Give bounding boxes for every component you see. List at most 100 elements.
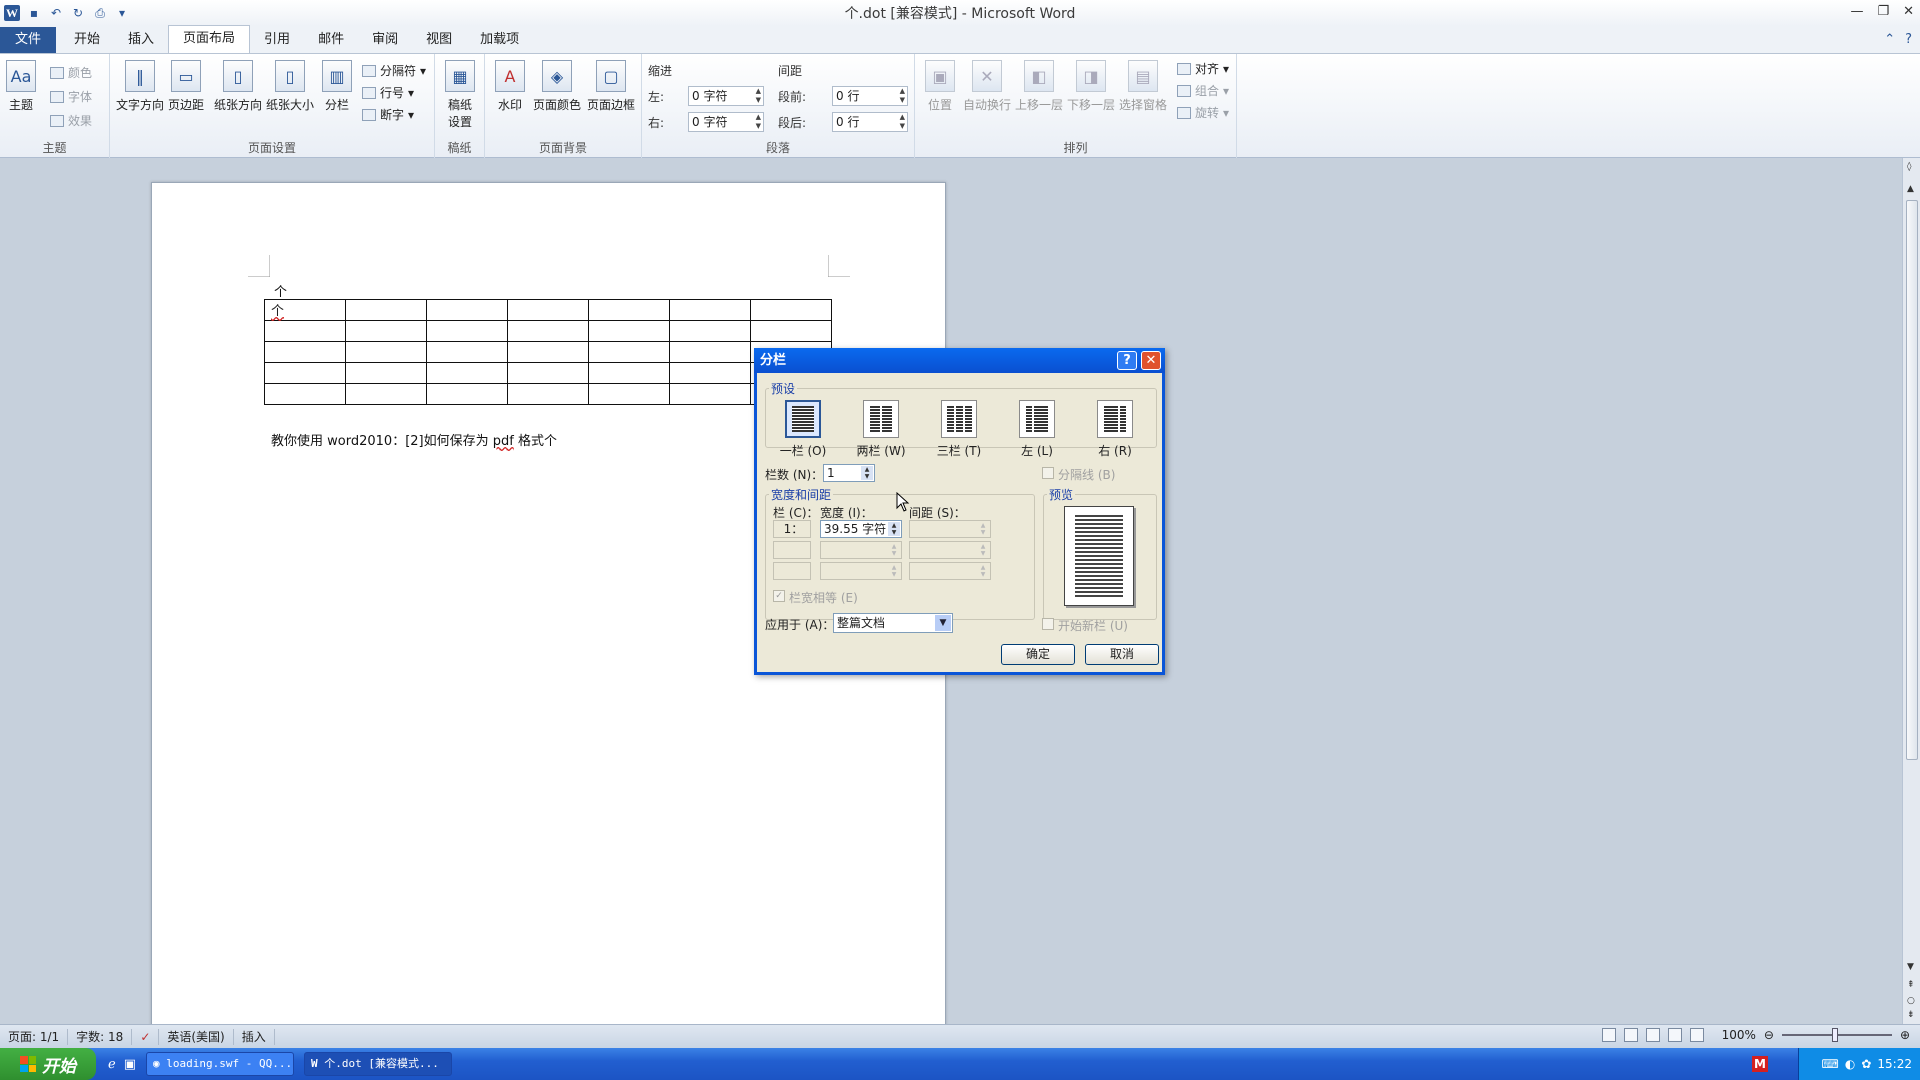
bring-forward-button[interactable]: ◧ 上移一层 (1015, 60, 1063, 113)
proofing-icon[interactable]: ✓ (132, 1028, 160, 1045)
orientation-button[interactable]: ▯ 纸张方向 (214, 60, 262, 113)
columns-button[interactable]: ▥ 分栏 (322, 60, 352, 113)
spacing-after-input[interactable]: 0 行 ▲ ▼ (832, 112, 908, 132)
align-button[interactable]: 对齐 ▾ (1177, 60, 1229, 77)
zoom-slider[interactable] (1781, 1028, 1892, 1042)
spin-arrows-icon[interactable]: ▲ ▼ (900, 87, 905, 105)
help-icon[interactable]: ? (1905, 32, 1912, 47)
breaks-button[interactable]: 分隔符 ▾ (362, 62, 426, 79)
zoom-in-icon[interactable]: ⊕ (1900, 1028, 1910, 1042)
wrap-text-button[interactable]: ✕ 自动换行 (963, 60, 1011, 113)
selection-pane-button[interactable]: ▤ 选择窗格 (1119, 60, 1167, 113)
size-button[interactable]: ▯ 纸张大小 (266, 60, 314, 113)
status-mode[interactable]: 插入 (234, 1028, 275, 1045)
ie-icon[interactable]: ℯ (108, 1057, 116, 1072)
network-icon[interactable]: ◐ (1845, 1057, 1855, 1071)
status-page[interactable]: 页面: 1/1 (0, 1028, 69, 1045)
watermark-button[interactable]: A 水印 (495, 60, 525, 113)
cancel-button[interactable]: 取消 (1085, 644, 1159, 665)
tab-home[interactable]: 开始 (60, 27, 114, 53)
status-words[interactable]: 字数: 18 (68, 1028, 133, 1045)
m-tray-icon[interactable]: M (1752, 1056, 1768, 1072)
tab-addins[interactable]: 加载项 (466, 27, 533, 53)
desktop-icon[interactable]: ▣ (124, 1057, 136, 1072)
zoom-out-icon[interactable]: ⊖ (1764, 1028, 1774, 1042)
theme-effects-button[interactable]: 效果 (50, 112, 92, 129)
preset-right[interactable]: 右 (R) (1087, 400, 1143, 459)
hyphenation-button[interactable]: 断字 ▾ (362, 106, 414, 123)
send-backward-button[interactable]: ◨ 下移一层 (1067, 60, 1115, 113)
outline-icon[interactable] (1667, 1028, 1682, 1042)
word-app-icon[interactable]: W (4, 5, 20, 21)
separator-checkbox[interactable] (1042, 467, 1054, 479)
start-button[interactable]: 开始 (0, 1048, 96, 1080)
restore-icon[interactable]: ❐ (1877, 4, 1889, 19)
spin-arrows-icon[interactable]: ▲ ▼ (861, 466, 873, 480)
line-numbers-button[interactable]: 行号 ▾ (362, 84, 414, 101)
tab-page-layout[interactable]: 页面布局 (168, 25, 251, 53)
minimize-icon[interactable]: — (1850, 4, 1863, 19)
ruler-toggle-icon[interactable]: ◊ (1907, 162, 1911, 172)
clock[interactable]: 15:22 (1877, 1057, 1912, 1071)
theme-colors-button[interactable]: 颜色 (50, 64, 92, 81)
tab-insert[interactable]: 插入 (114, 27, 168, 53)
chevron-down-icon[interactable]: ▼ (935, 615, 951, 631)
save-icon[interactable]: ▪ (26, 5, 42, 21)
preset-one[interactable]: 一栏 (O) (775, 400, 831, 459)
num-cols-input[interactable]: 1 ▲ ▼ (823, 464, 875, 482)
security-icon[interactable]: ✿ (1861, 1057, 1871, 1071)
status-language[interactable]: 英语(美国) (159, 1028, 234, 1045)
tab-file[interactable]: 文件 (0, 27, 56, 53)
tab-review[interactable]: 审阅 (358, 27, 412, 53)
rotate-button[interactable]: 旋转 ▾ (1177, 104, 1229, 121)
ok-button[interactable]: 确定 (1001, 644, 1075, 665)
print-layout-icon[interactable] (1601, 1028, 1616, 1042)
manuscript-settings-button[interactable]: ▦ 稿纸 设置 (445, 60, 475, 130)
spin-arrows-icon[interactable]: ▲ ▼ (756, 87, 761, 105)
redo-icon[interactable]: ↻ (70, 5, 86, 21)
tab-references[interactable]: 引用 (250, 27, 304, 53)
taskbar-item-word[interactable]: W 个.dot [兼容模式... (304, 1052, 452, 1076)
document-table[interactable]: 个 (264, 299, 832, 405)
dialog-close-icon[interactable]: ✕ (1141, 351, 1161, 370)
preset-three[interactable]: 三栏 (T) (931, 400, 987, 459)
tab-view[interactable]: 视图 (412, 27, 466, 53)
keyboard-icon[interactable]: ⌨ (1822, 1057, 1839, 1071)
customize-qat-icon[interactable]: ▾ (114, 5, 130, 21)
indent-left-input[interactable]: 0 字符 ▲ ▼ (688, 86, 764, 106)
preset-left[interactable]: 左 (L) (1009, 400, 1065, 459)
spin-arrows-icon[interactable]: ▲ ▼ (900, 113, 905, 131)
start-new-column-checkbox[interactable] (1042, 618, 1054, 630)
indent-right-input[interactable]: 0 字符 ▲ ▼ (688, 112, 764, 132)
position-button[interactable]: ▣ 位置 (925, 60, 955, 113)
full-screen-reading-icon[interactable] (1623, 1028, 1638, 1042)
tab-mailings[interactable]: 邮件 (304, 27, 358, 53)
print-preview-icon[interactable]: ⎙ (92, 5, 108, 21)
vertical-scrollbar[interactable]: ◊ ▲ ▼ ⇞ ○ ⇟ (1902, 158, 1920, 1024)
spin-arrows-icon[interactable]: ▲ ▼ (888, 522, 900, 536)
prev-page-icon[interactable]: ⇞ (1907, 980, 1915, 990)
dialog-title-bar[interactable]: 分栏 ? ✕ (754, 348, 1165, 373)
col-width-input-1[interactable]: 39.55 字符 ▲ ▼ (820, 520, 902, 538)
undo-icon[interactable]: ↶ (48, 5, 64, 21)
scroll-down-icon[interactable]: ▼ (1907, 962, 1914, 972)
taskbar-item-qq[interactable]: ◉ loading.swf - QQ... (146, 1052, 294, 1076)
zoom-level[interactable]: 100% (1722, 1028, 1756, 1042)
web-layout-icon[interactable] (1645, 1028, 1660, 1042)
browse-object-icon[interactable]: ○ (1907, 996, 1915, 1006)
scroll-thumb[interactable] (1906, 200, 1918, 760)
preset-two[interactable]: 两栏 (W) (853, 400, 909, 459)
group-button[interactable]: 组合 ▾ (1177, 82, 1229, 99)
next-page-icon[interactable]: ⇟ (1907, 1010, 1915, 1020)
dialog-help-icon[interactable]: ? (1117, 351, 1137, 370)
page-color-button[interactable]: ◈ 页面颜色 (533, 60, 581, 113)
spacing-before-input[interactable]: 0 行 ▲ ▼ (832, 86, 908, 106)
themes-button[interactable]: Aa 主题 (6, 60, 36, 113)
scroll-up-icon[interactable]: ▲ (1907, 184, 1914, 194)
draft-icon[interactable] (1689, 1028, 1704, 1042)
table-cell[interactable]: 个 (264, 299, 346, 321)
theme-fonts-button[interactable]: 字体 (50, 88, 92, 105)
close-window-icon[interactable]: ✕ (1903, 4, 1914, 19)
apply-to-select[interactable]: 整篇文档 ▼ (833, 613, 953, 633)
text-direction-button[interactable]: ‖ 文字方向 (116, 60, 164, 113)
